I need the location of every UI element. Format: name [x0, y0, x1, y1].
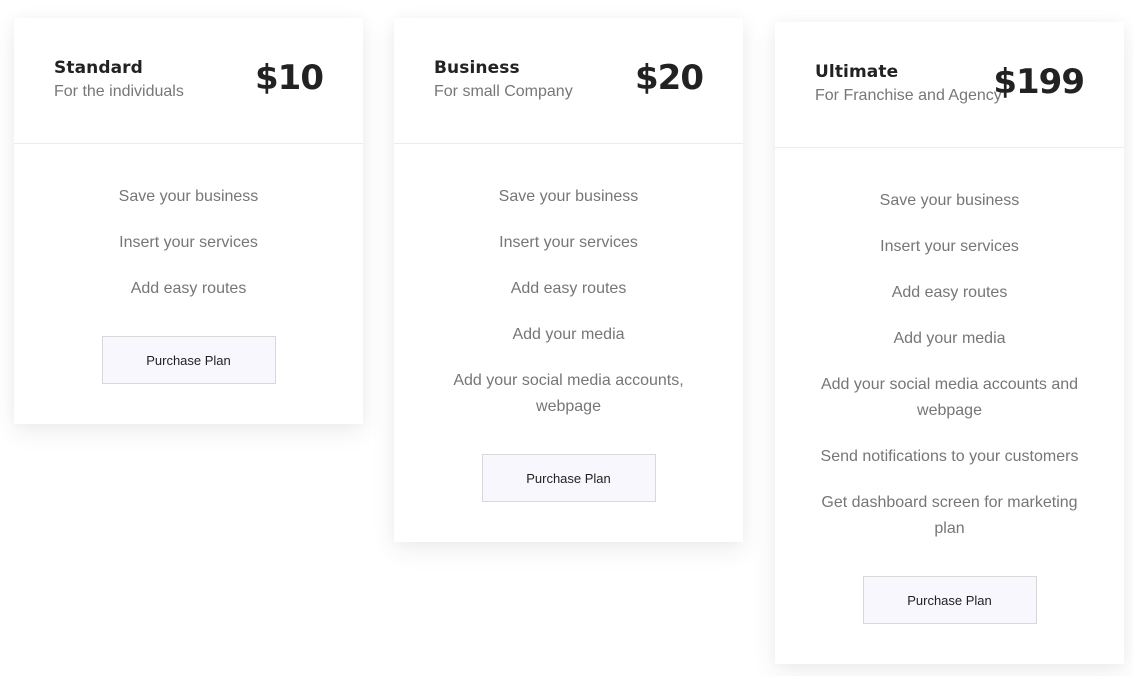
feature-item: Add easy routes	[510, 280, 627, 297]
feature-item: Add your media	[512, 326, 625, 343]
feature-item: Insert your services	[499, 234, 638, 251]
feature-item: Get dashboard screen for marketing plan	[821, 494, 1078, 537]
feature-item: Save your business	[118, 188, 259, 205]
pricing-card-business: Business For small Company $20 Save your…	[394, 18, 743, 542]
plan-subtitle: For small Company	[434, 83, 573, 100]
feature-item: Save your business	[879, 192, 1020, 209]
feature-item: Add your social media accounts, webpage	[453, 372, 684, 415]
pricing-card-standard: Standard For the individuals $10 Save yo…	[14, 18, 363, 424]
plan-price: $199	[993, 62, 1085, 102]
card-header: Business For small Company $20	[394, 18, 743, 144]
purchase-plan-button[interactable]: Purchase Plan	[862, 576, 1037, 624]
plan-price: $10	[255, 58, 324, 98]
purchase-plan-button[interactable]: Purchase Plan	[481, 454, 656, 502]
feature-list: Save your business Insert your services …	[394, 144, 743, 420]
card-header: Standard For the individuals $10	[14, 18, 363, 144]
feature-item: Add easy routes	[130, 280, 247, 297]
plan-name: Ultimate	[815, 62, 899, 82]
feature-item: Send notifications to your customers	[820, 448, 1079, 465]
plan-subtitle: For Franchise and Agency	[815, 87, 1002, 104]
plan-price: $20	[635, 58, 704, 98]
plan-subtitle: For the individuals	[54, 83, 184, 100]
feature-item: Add your social media accounts and webpa…	[820, 376, 1079, 419]
feature-item: Save your business	[498, 188, 639, 205]
feature-item: Insert your services	[119, 234, 258, 251]
feature-item: Add your media	[893, 330, 1006, 347]
pricing-card-ultimate: Ultimate For Franchise and Agency $199 S…	[775, 22, 1124, 664]
feature-item: Add easy routes	[891, 284, 1008, 301]
feature-item: Insert your services	[880, 238, 1019, 255]
purchase-plan-button[interactable]: Purchase Plan	[101, 336, 276, 384]
plan-name: Business	[434, 58, 520, 78]
card-header: Ultimate For Franchise and Agency $199	[775, 22, 1124, 148]
plan-name: Standard	[54, 58, 143, 78]
feature-list: Save your business Insert your services …	[775, 148, 1124, 542]
feature-list: Save your business Insert your services …	[14, 144, 363, 302]
